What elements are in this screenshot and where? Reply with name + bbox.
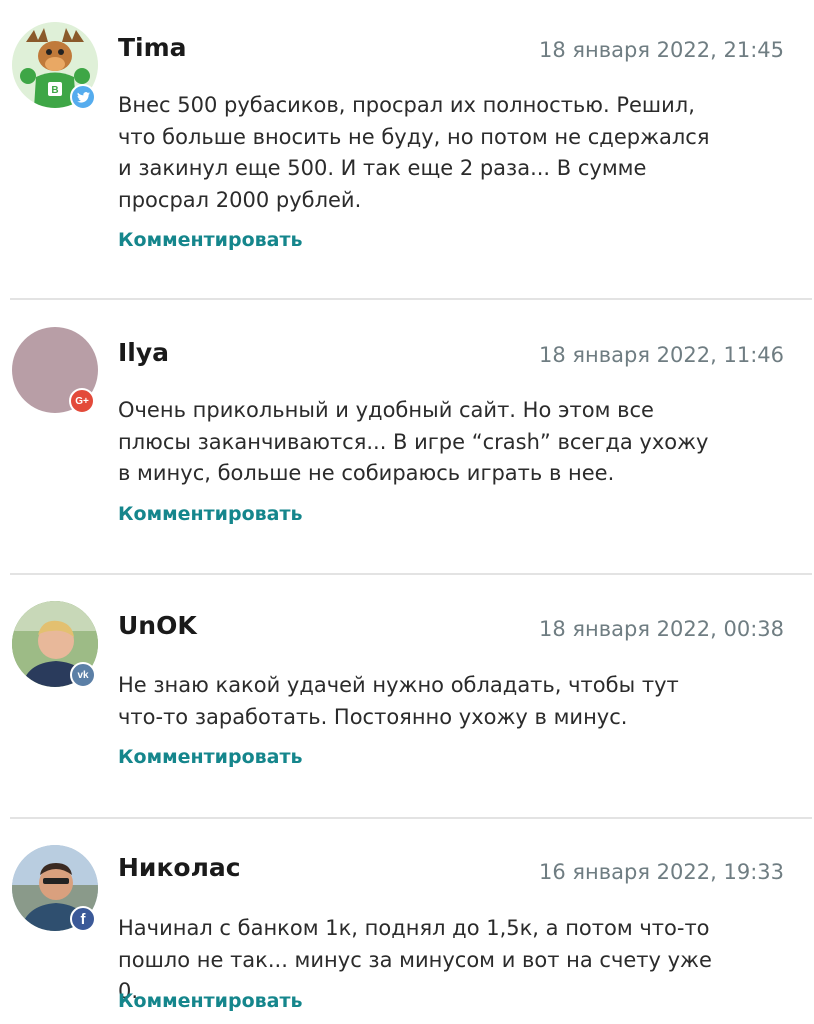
comment-reply-link[interactable]: Комментировать <box>118 990 303 1012</box>
comment-author: Tima <box>118 33 187 62</box>
comment-text: Не знаю какой удачей нужно обладать, что… <box>118 673 679 729</box>
twitter-icon <box>70 84 96 110</box>
comment-author: Николас <box>118 853 241 882</box>
comment-divider <box>10 817 812 819</box>
comment-author: UnOK <box>118 611 197 640</box>
comment-date: 18 января 2022, 21:45 <box>539 38 784 62</box>
comment-reply-link[interactable]: Комментировать <box>118 746 303 768</box>
comment-text: Внес 500 рубасиков, просрал их полностью… <box>118 93 710 212</box>
comment-date: 18 января 2022, 11:46 <box>539 343 784 367</box>
vk-icon: vk <box>70 662 96 688</box>
comment-reply-link[interactable]: Комментировать <box>118 229 303 251</box>
comment-divider <box>10 298 812 300</box>
svg-text:B: B <box>51 85 58 96</box>
google-plus-icon: G+ <box>69 388 95 414</box>
facebook-icon: f <box>70 906 96 932</box>
comment-reply-link[interactable]: Комментировать <box>118 503 303 525</box>
comment-divider <box>10 573 812 575</box>
comment-text: Очень прикольный и удобный сайт. Но этом… <box>118 398 709 485</box>
comment-date: 18 января 2022, 00:38 <box>539 617 784 641</box>
comment-author: Ilya <box>118 338 170 367</box>
comment-date: 16 января 2022, 19:33 <box>539 860 784 884</box>
